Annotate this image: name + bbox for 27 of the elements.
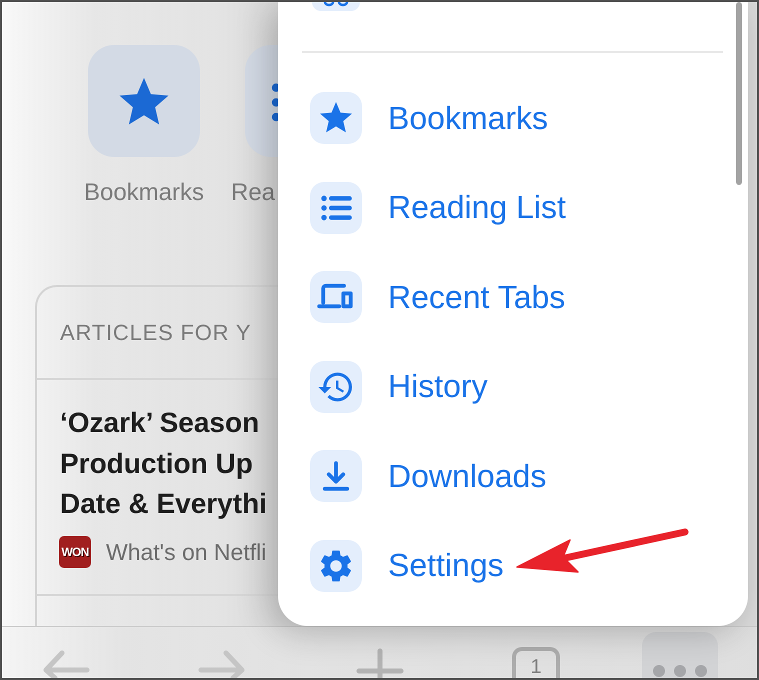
plus-icon[interactable] bbox=[356, 648, 404, 678]
source-logo: WON bbox=[59, 536, 91, 568]
devices-icon bbox=[310, 271, 362, 323]
menu-item[interactable]: Downloads bbox=[310, 450, 546, 502]
back-arrow-icon[interactable] bbox=[42, 650, 90, 678]
menu-item[interactable]: Recent Tabs bbox=[310, 271, 566, 323]
forward-arrow-icon[interactable] bbox=[197, 650, 246, 678]
menu-item[interactable]: History bbox=[310, 360, 488, 412]
article-title[interactable]: Date & Everythi bbox=[60, 487, 267, 522]
article-title[interactable]: ‘Ozark’ Season bbox=[60, 406, 260, 440]
shortcut-button[interactable]: Bookmarks bbox=[79, 45, 209, 207]
tab-count-button[interactable]: 1 bbox=[512, 647, 560, 678]
menu-item[interactable]: Bookmarks bbox=[310, 92, 548, 144]
source-name: What's on Netfli bbox=[106, 538, 266, 566]
menu-item[interactable]: Settings bbox=[310, 540, 504, 592]
shortcut-button[interactable]: Rea bbox=[231, 45, 278, 207]
menu-item[interactable]: Reading List bbox=[310, 182, 566, 234]
list-icon bbox=[310, 182, 362, 234]
list-icon bbox=[245, 45, 278, 157]
gear-icon bbox=[310, 540, 362, 592]
more-icon bbox=[653, 665, 707, 677]
history-icon bbox=[310, 360, 362, 412]
article-title[interactable]: Production Up bbox=[60, 446, 253, 481]
download-icon bbox=[310, 450, 362, 502]
partial-icon bbox=[312, 2, 360, 11]
more-button[interactable] bbox=[642, 632, 718, 678]
section-heading: ARTICLES FOR Y bbox=[60, 320, 252, 346]
